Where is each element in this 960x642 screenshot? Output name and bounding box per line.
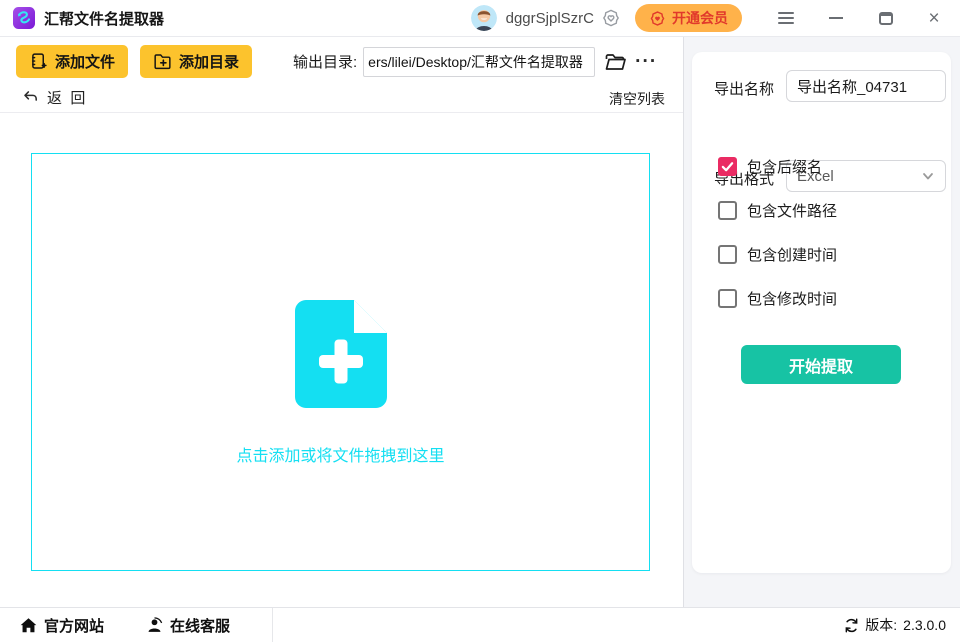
open-folder-icon[interactable]	[604, 51, 627, 73]
add-directory-button[interactable]: 添加目录	[140, 45, 253, 78]
checkbox-label: 包含创建时间	[747, 247, 838, 264]
vip-badge-icon	[649, 10, 666, 27]
titlebar: 汇帮文件名提取器 dggrSjplSzrC 开通会员 ×	[0, 0, 960, 37]
app-title: 汇帮文件名提取器	[44, 10, 165, 28]
official-website-label: 官方网站	[44, 617, 105, 635]
clear-list-button[interactable]: 清空列表	[609, 89, 665, 109]
checkbox-box	[718, 245, 737, 264]
username: dggrSjplSzrC	[505, 9, 594, 27]
export-settings-panel: 导出名称 导出格式 Excel 包含后缀名	[683, 37, 960, 607]
more-options-icon[interactable]: ···	[635, 52, 657, 71]
app-window: 汇帮文件名提取器 dggrSjplSzrC 开通会员 × 添加文件 添加目录 输…	[0, 0, 960, 642]
checkbox-box	[718, 289, 737, 308]
maximize-icon[interactable]	[876, 8, 896, 28]
minimize-icon[interactable]	[826, 8, 846, 28]
output-directory-group: 输出目录: ···	[293, 46, 657, 77]
open-membership-label: 开通会员	[672, 10, 728, 26]
export-name-input[interactable]	[786, 70, 946, 102]
checkbox-box	[718, 201, 737, 220]
member-level-badge-icon[interactable]	[601, 8, 621, 28]
home-icon	[20, 617, 37, 632]
checkbox-include-extension[interactable]: 包含后缀名	[718, 156, 822, 177]
version-group: 版本: 2.3.0.0	[844, 615, 946, 635]
official-website-link[interactable]: 官方网站	[20, 615, 104, 636]
open-membership-button[interactable]: 开通会员	[635, 4, 742, 32]
footer-divider	[272, 607, 274, 642]
add-directory-label: 添加目录	[179, 54, 240, 71]
output-directory-input[interactable]	[363, 46, 596, 77]
chevron-down-icon	[923, 173, 933, 180]
online-support-link[interactable]: 在线客服	[146, 615, 230, 636]
online-support-label: 在线客服	[170, 617, 231, 635]
check-icon	[721, 162, 734, 172]
folder-plus-icon	[154, 54, 171, 70]
checkbox-box	[718, 157, 737, 176]
start-extract-button[interactable]: 开始提取	[741, 345, 901, 384]
export-settings-card: 导出名称 导出格式 Excel 包含后缀名	[692, 52, 951, 573]
back-arrow-icon	[24, 91, 37, 101]
close-icon[interactable]: ×	[924, 8, 944, 28]
version-value: 2.3.0.0	[903, 617, 946, 633]
support-person-icon	[148, 616, 163, 632]
version-label: 版本:	[865, 617, 898, 633]
app-logo-icon	[13, 7, 35, 29]
file-list-area: 点击添加或将文件拖拽到这里	[0, 113, 683, 607]
add-file-document-icon	[294, 300, 387, 408]
document-plus-icon	[32, 53, 47, 69]
update-refresh-icon[interactable]	[844, 617, 859, 633]
checkbox-include-path[interactable]: 包含文件路径	[718, 200, 837, 221]
file-dropzone[interactable]: 点击添加或将文件拖拽到这里	[31, 153, 650, 571]
checkbox-include-modified-time[interactable]: 包含修改时间	[718, 288, 837, 309]
list-nav-row: 返 回 清空列表	[0, 87, 683, 111]
footer-bar: 官方网站 在线客服 版本: 2.3.0.0	[0, 607, 960, 642]
back-label: 返 回	[47, 90, 86, 107]
dropzone-hint: 点击添加或将文件拖拽到这里	[236, 448, 445, 465]
checkbox-label: 包含文件路径	[747, 203, 838, 220]
back-button[interactable]: 返 回	[22, 87, 85, 108]
add-files-button[interactable]: 添加文件	[16, 45, 129, 78]
add-files-label: 添加文件	[55, 54, 116, 71]
toolbar: 添加文件 添加目录 输出目录: ···	[0, 37, 683, 113]
checkbox-label: 包含后缀名	[747, 159, 823, 176]
output-directory-label: 输出目录:	[293, 54, 358, 71]
export-name-label: 导出名称	[714, 81, 775, 98]
checkbox-label: 包含修改时间	[747, 291, 838, 308]
checkbox-include-created-time[interactable]: 包含创建时间	[718, 244, 837, 265]
menu-icon[interactable]	[776, 8, 796, 28]
user-avatar[interactable]	[470, 5, 497, 31]
